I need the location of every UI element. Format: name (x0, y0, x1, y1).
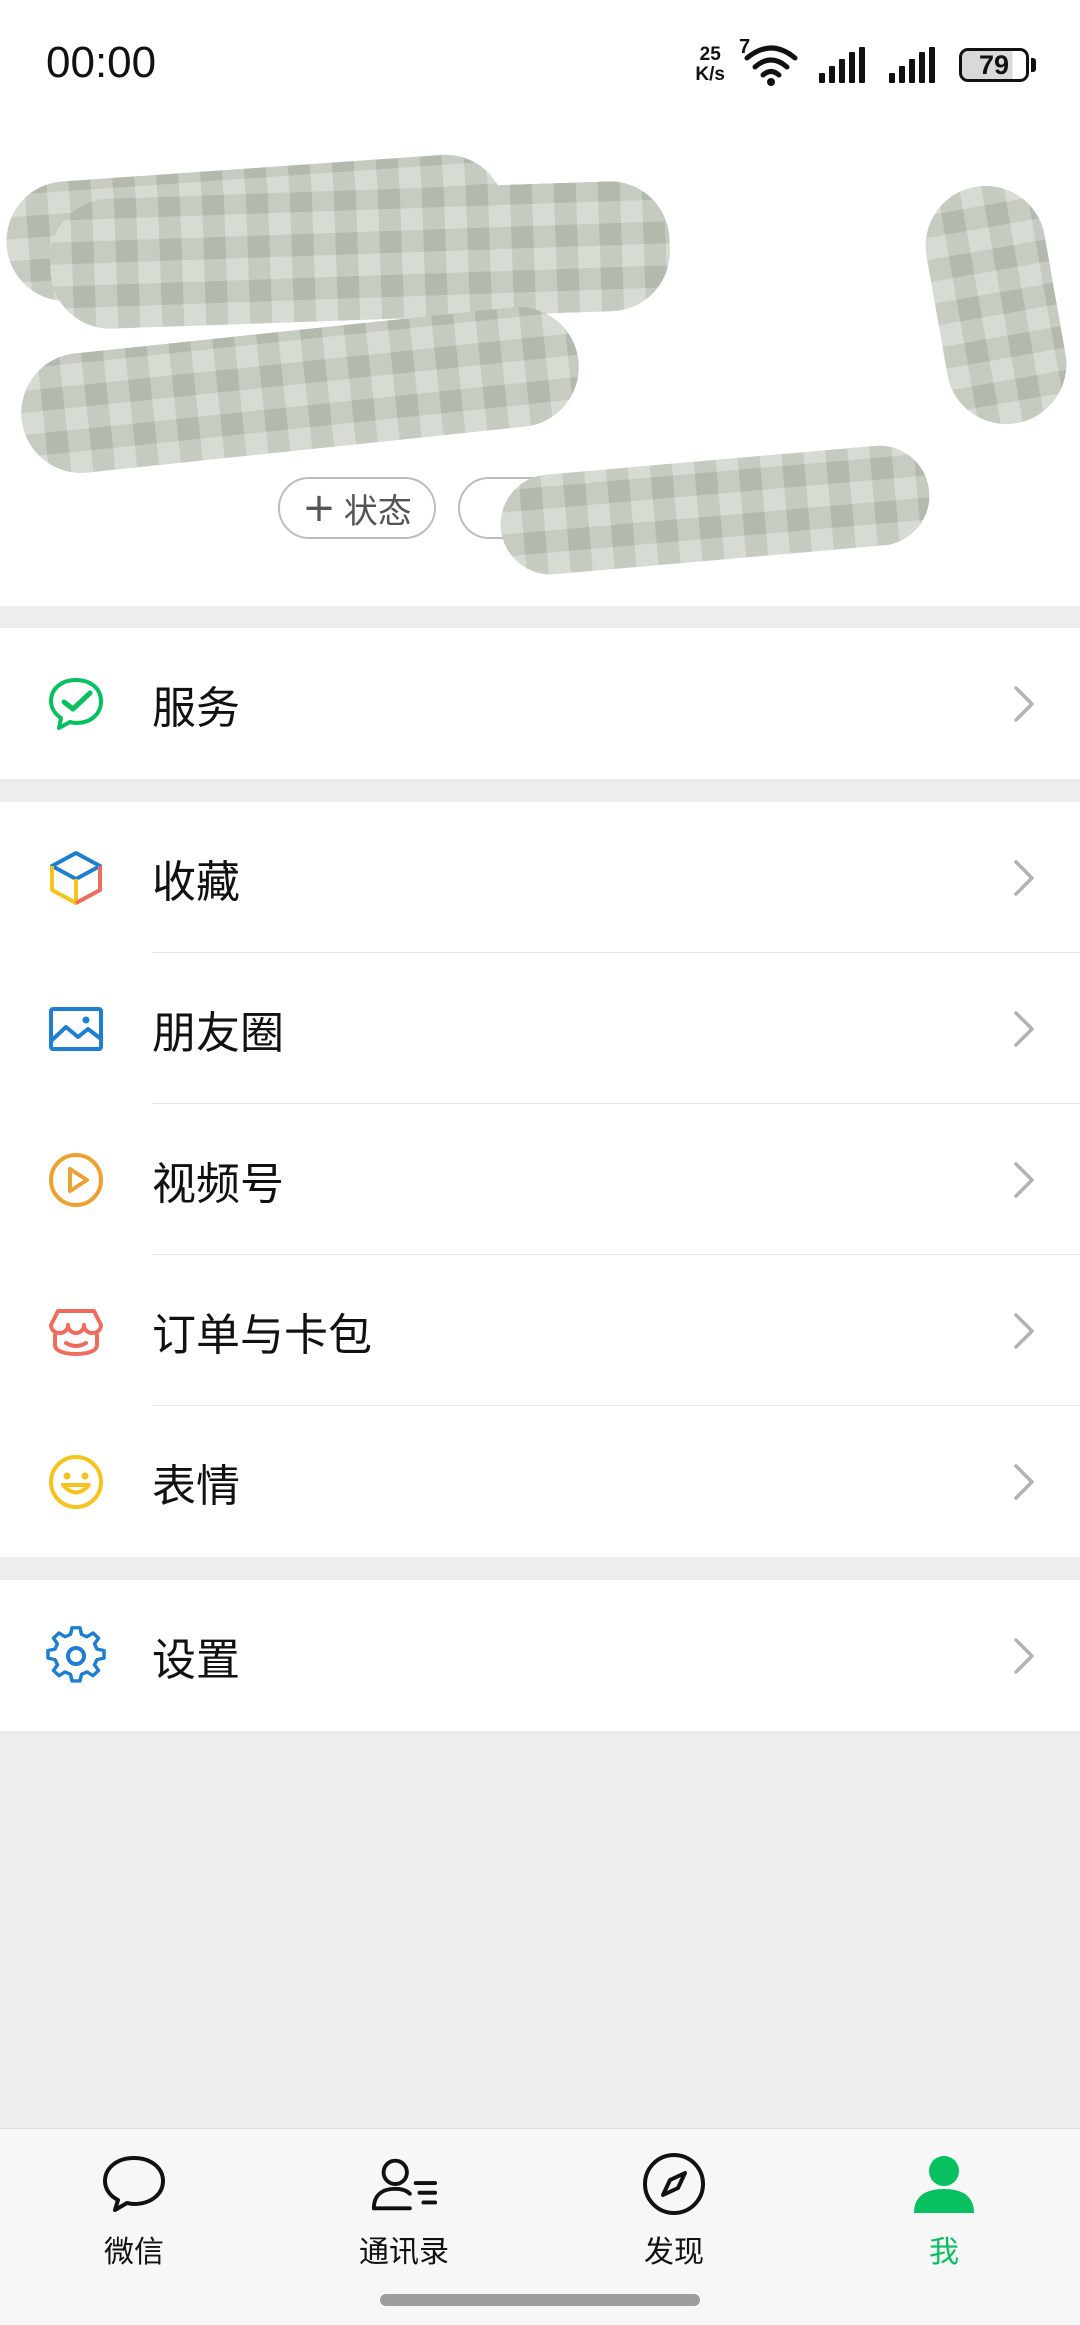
tab-chats-label: 微信 (104, 2235, 164, 2270)
network-speed: 25 K/s (695, 45, 725, 85)
moments-label: 朋友圈 (152, 1007, 284, 1059)
stickers-label: 表情 (152, 1460, 240, 1512)
menu-item-moments[interactable]: 朋友圈 (0, 953, 1080, 1104)
battery-level: 79 (978, 49, 1010, 80)
redacted-avatar[interactable] (916, 176, 1076, 434)
status-time: 00:00 (46, 38, 157, 87)
wifi-badge: 7 (739, 36, 751, 58)
chevron-right-icon (1014, 1010, 1034, 1047)
profile-header: 00:00 25 K/s 7 79 + 状态 (0, 0, 1080, 606)
chevron-right-icon (1014, 1637, 1034, 1674)
settings-label: 设置 (152, 1634, 240, 1686)
chat-bubble-icon (99, 2149, 169, 2219)
chevron-right-icon (1014, 859, 1034, 896)
gear-icon (46, 1625, 106, 1686)
features-group: 收藏 朋友圈 视频号 订单与卡包 表情 (0, 802, 1080, 1557)
tab-me-label: 我 (929, 2235, 959, 2270)
settings-group: 设置 (0, 1580, 1080, 1731)
menu-item-favorites[interactable]: 收藏 (0, 802, 1080, 953)
cube-icon (46, 848, 106, 908)
menu-item-stickers[interactable]: 表情 (0, 1406, 1080, 1557)
chevron-right-icon (1014, 1312, 1034, 1349)
tab-discover-label: 发现 (644, 2235, 704, 2270)
orders-cards-label: 订单与卡包 (152, 1309, 372, 1361)
tab-discover[interactable]: 发现 (584, 2149, 764, 2279)
wifi-icon: 7 (739, 36, 799, 88)
services-group: 服务 (0, 628, 1080, 779)
favorites-label: 收藏 (152, 856, 240, 908)
status-icons: 25 K/s 7 79 (695, 36, 1036, 90)
chevron-right-icon (1014, 685, 1034, 722)
tab-contacts-label: 通讯录 (359, 2235, 449, 2270)
image-icon (46, 999, 106, 1059)
chevron-right-icon (1014, 1161, 1034, 1198)
signal-icon-2 (889, 47, 939, 83)
battery-icon: 79 (959, 48, 1029, 82)
status-bar: 00:00 25 K/s 7 79 (0, 0, 1080, 120)
tab-chats[interactable]: 微信 (44, 2149, 224, 2279)
menu-item-settings[interactable]: 设置 (0, 1580, 1080, 1731)
signal-icon-1 (819, 47, 869, 83)
shop-icon (46, 1301, 106, 1361)
menu-item-channels[interactable]: 视频号 (0, 1104, 1080, 1255)
play-icon (46, 1150, 106, 1210)
menu-item-orders-cards[interactable]: 订单与卡包 (0, 1255, 1080, 1406)
battery-cap (1031, 58, 1036, 72)
tab-contacts[interactable]: 通讯录 (314, 2149, 494, 2279)
services-label: 服务 (152, 682, 240, 734)
chevron-right-icon (1014, 1463, 1034, 1500)
redacted-name-block (47, 179, 673, 331)
person-icon (909, 2149, 979, 2219)
add-status-button[interactable]: + 状态 (278, 477, 436, 539)
network-speed-unit: K/s (695, 64, 725, 85)
menu-item-services[interactable]: 服务 (0, 628, 1080, 779)
network-speed-value: 25 (699, 44, 721, 65)
compass-icon (639, 2149, 709, 2219)
smile-icon (46, 1452, 106, 1512)
services-icon (46, 674, 106, 734)
contacts-icon (369, 2149, 439, 2219)
channels-label: 视频号 (152, 1158, 284, 1210)
plus-icon: + (302, 485, 336, 531)
redacted-status-chip (496, 441, 934, 579)
home-indicator[interactable] (380, 2294, 700, 2306)
tab-me[interactable]: 我 (854, 2149, 1034, 2279)
add-status-label: 状态 (343, 491, 412, 532)
wechat-me-screen: 00:00 25 K/s 7 79 + 状态 服务 收藏 朋友圈 视频号 订单与… (0, 0, 1080, 2325)
